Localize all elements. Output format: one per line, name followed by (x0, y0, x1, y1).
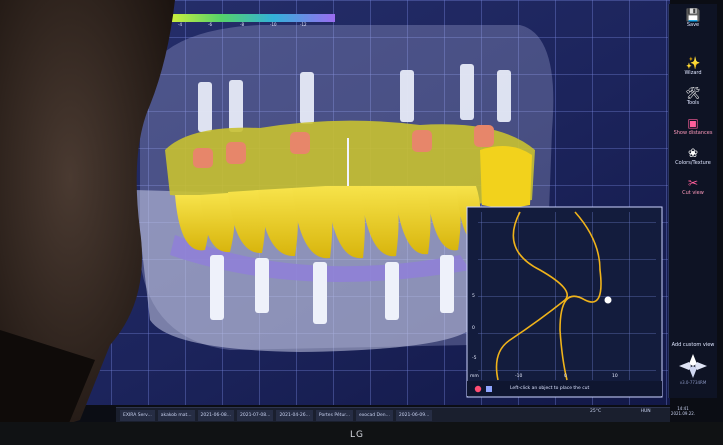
scale-tick: -8 (240, 22, 244, 27)
cut-y-tick: 5 (472, 294, 475, 299)
show-distances-button[interactable]: ▣ Show distances (669, 116, 717, 136)
cut-y-tick: -5 (472, 356, 477, 361)
taskbar-item[interactable]: 2021-04-26... (276, 409, 313, 421)
cut-view-pin-icon[interactable] (486, 386, 492, 392)
taskbar-item[interactable]: akakob mat... (157, 409, 195, 421)
wizard-label: Wizard (684, 70, 702, 76)
scale-tick: -12 (300, 22, 307, 27)
cut-x-tick: 0 (564, 374, 567, 379)
scale-tick: -4 (178, 22, 182, 27)
taskbar-item[interactable]: 2021-06-08... (197, 409, 234, 421)
taskbar-item[interactable]: 2021-07-08... (236, 409, 274, 421)
colors-texture-label: Colors/Texture (675, 160, 711, 166)
cut-view-hint: Left-click an object to place the cut (510, 386, 590, 391)
windows-taskbar: EXIRA Serv... akakob mat... 2021-06-08..… (116, 407, 670, 422)
clock-date: 2021.09.22. (670, 411, 696, 416)
upper-right-teeth (480, 146, 532, 208)
tools-icon: 🛠 (685, 86, 701, 100)
save-icon: 💾 (685, 8, 701, 22)
cut-y-tick: 0 (472, 326, 475, 331)
cut-unit: mm (470, 374, 479, 379)
taskbar-item[interactable]: Portes Pétur... (315, 409, 354, 421)
cut-point-marker (604, 296, 612, 304)
language-indicator[interactable]: HUN (641, 409, 651, 414)
cut-view-icon: ✂ (687, 176, 699, 190)
show-distances-label: Show distances (673, 130, 713, 136)
version-label: v3.0-7734RM (679, 380, 707, 385)
taskbar-item[interactable]: EXIRA Serv... (120, 409, 155, 421)
distance-icon: ▣ (687, 116, 699, 130)
monitor-brand-logo: LG (350, 430, 364, 440)
cut-x-tick: -10 (515, 374, 523, 379)
cut-view-close-icon[interactable] (474, 385, 482, 393)
wizard-button[interactable]: ✨ Wizard (669, 56, 717, 76)
scale-tick: -6 (208, 22, 212, 27)
tools-button[interactable]: 🛠 Tools (669, 86, 717, 106)
add-custom-view-button[interactable]: Add custom view (669, 342, 717, 348)
scale-tick: -10 (270, 22, 277, 27)
colors-texture-button[interactable]: ❀ Colors/Texture (669, 146, 717, 166)
taskbar-item[interactable]: 2021-06-09... (395, 409, 433, 421)
weather-temperature[interactable]: 25°C (590, 409, 601, 414)
save-label: Save (686, 22, 700, 28)
cut-view-label: Cut view (682, 190, 704, 196)
distance-scale-bar (160, 14, 335, 22)
wand-icon: ✨ (685, 56, 701, 70)
system-tray: 25°C HUN (590, 409, 651, 415)
view-compass-icon[interactable] (679, 354, 707, 378)
tools-label: Tools (686, 100, 700, 106)
side-toolbar: 💾 Save ✨ Wizard 🛠 Tools ▣ Show distances… (668, 4, 717, 398)
taskbar-clock[interactable]: 14:41 2021.09.22. (670, 406, 696, 416)
save-button[interactable]: 💾 Save (669, 8, 717, 28)
cut-x-tick: 10 (612, 374, 618, 379)
cut-view-button[interactable]: ✂ Cut view (669, 176, 717, 196)
add-custom-view-label: Add custom view (671, 342, 715, 348)
taskbar-item[interactable]: exocad Den... (356, 409, 393, 421)
palette-icon: ❀ (687, 146, 699, 160)
